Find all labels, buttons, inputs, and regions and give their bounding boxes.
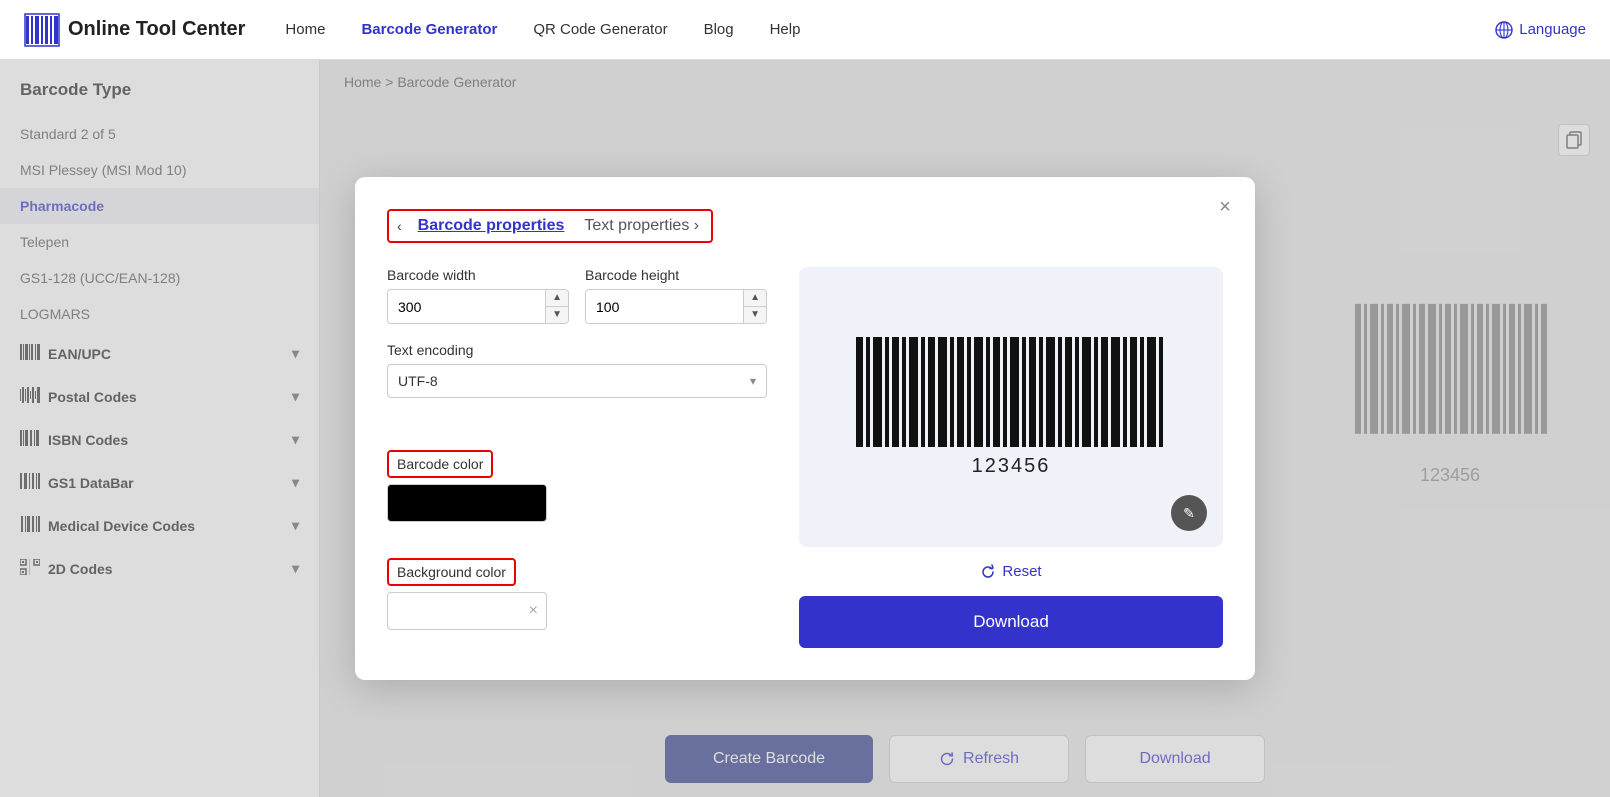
modal-body: Barcode width ▲ ▼ Barcode height bbox=[387, 267, 1223, 648]
barcode-color-label: Barcode color bbox=[387, 450, 493, 478]
logo-icon bbox=[24, 12, 60, 48]
logo-text: Online Tool Center bbox=[68, 18, 245, 41]
barcode-preview-box: 123456 ✎ bbox=[799, 267, 1223, 547]
form-group-bg-color: Background color × bbox=[387, 558, 767, 648]
tab-left-arrow: ‹ bbox=[397, 218, 402, 234]
modal-download-button[interactable]: Download bbox=[799, 596, 1223, 648]
tab-text-properties[interactable]: Text properties › bbox=[580, 215, 703, 237]
modal-right-panel: 123456 ✎ Reset bbox=[799, 267, 1223, 648]
height-spin-down[interactable]: ▼ bbox=[744, 307, 766, 323]
height-spin-up[interactable]: ▲ bbox=[744, 290, 766, 307]
barcode-height-input-wrap: ▲ ▼ bbox=[585, 289, 767, 324]
reset-button[interactable]: Reset bbox=[980, 563, 1041, 580]
width-spinners: ▲ ▼ bbox=[545, 290, 568, 323]
modal-tabs: ‹ Barcode properties Text properties › bbox=[387, 209, 713, 243]
modal-overlay: × ‹ Barcode properties Text properties › bbox=[0, 60, 1610, 797]
edit-button[interactable]: ✎ bbox=[1171, 495, 1207, 531]
form-row-dimensions: Barcode width ▲ ▼ Barcode height bbox=[387, 267, 767, 324]
text-encoding-label: Text encoding bbox=[387, 342, 767, 358]
tab-barcode-properties[interactable]: Barcode properties bbox=[414, 215, 569, 237]
nav-menu: Home Barcode Generator QR Code Generator… bbox=[285, 21, 1495, 38]
barcode-svg-wrap: 123456 bbox=[851, 337, 1171, 478]
barcode-width-input[interactable] bbox=[388, 291, 545, 323]
form-group-width: Barcode width ▲ ▼ bbox=[387, 267, 569, 324]
background-color-label: Background color bbox=[387, 558, 516, 586]
nav-help[interactable]: Help bbox=[770, 21, 801, 38]
barcode-width-input-wrap: ▲ ▼ bbox=[387, 289, 569, 324]
tab-right-arrow: › bbox=[694, 217, 699, 234]
form-group-encoding: Text encoding UTF-8 ▾ bbox=[387, 342, 767, 432]
modal-left-panel: Barcode width ▲ ▼ Barcode height bbox=[387, 267, 767, 648]
select-arrow-icon: ▾ bbox=[750, 374, 756, 388]
main-layout: Barcode Type Standard 2 of 5 MSI Plessey… bbox=[0, 60, 1610, 797]
barcode-width-label: Barcode width bbox=[387, 267, 569, 283]
globe-icon bbox=[1495, 21, 1513, 39]
barcode-height-input[interactable] bbox=[586, 291, 743, 323]
language-label: Language bbox=[1519, 21, 1586, 38]
height-spinners: ▲ ▼ bbox=[743, 290, 766, 323]
form-group-height: Barcode height ▲ ▼ bbox=[585, 267, 767, 324]
logo[interactable]: Online Tool Center bbox=[24, 12, 245, 48]
width-spin-up[interactable]: ▲ bbox=[546, 290, 568, 307]
width-spin-down[interactable]: ▼ bbox=[546, 307, 568, 323]
nav-barcode-generator[interactable]: Barcode Generator bbox=[361, 21, 497, 38]
reset-icon bbox=[980, 564, 996, 580]
text-encoding-value: UTF-8 bbox=[398, 373, 750, 389]
text-encoding-select[interactable]: UTF-8 ▾ bbox=[387, 364, 767, 398]
modal-close-button[interactable]: × bbox=[1211, 193, 1239, 221]
reset-label: Reset bbox=[1002, 563, 1041, 580]
background-color-swatch[interactable]: × bbox=[387, 592, 547, 630]
barcode-height-label: Barcode height bbox=[585, 267, 767, 283]
form-group-barcode-color: Barcode color bbox=[387, 450, 767, 540]
navbar: Online Tool Center Home Barcode Generato… bbox=[0, 0, 1610, 60]
modal-barcode-svg bbox=[851, 337, 1171, 447]
edit-icon: ✎ bbox=[1183, 505, 1195, 522]
nav-blog[interactable]: Blog bbox=[704, 21, 734, 38]
language-selector[interactable]: Language bbox=[1495, 21, 1586, 39]
modal-dialog: × ‹ Barcode properties Text properties › bbox=[355, 177, 1255, 680]
bg-color-clear-icon[interactable]: × bbox=[529, 602, 538, 620]
nav-qr-code[interactable]: QR Code Generator bbox=[533, 21, 667, 38]
barcode-color-swatch[interactable] bbox=[387, 484, 547, 522]
modal-barcode-number: 123456 bbox=[972, 455, 1051, 478]
nav-home[interactable]: Home bbox=[285, 21, 325, 38]
